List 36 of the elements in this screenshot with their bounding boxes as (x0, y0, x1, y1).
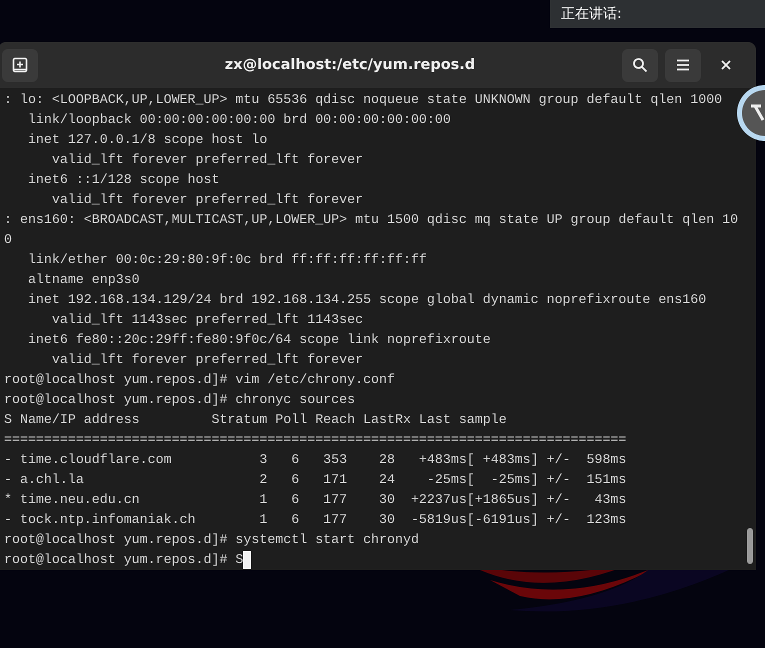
speaking-label: 正在讲话: (550, 0, 765, 28)
add-tab-icon (12, 57, 28, 73)
terminal-line: root@localhost yum.repos.d]# S (4, 551, 244, 569)
terminal-line: link/ether 00:0c:29:80:9f:0c brd ff:ff:ff:ff:ff:ff (26, 251, 427, 269)
terminal-line: altname enp3s0 (26, 271, 140, 289)
terminal-line: S Name/IP address Stratum Poll Reach LastRx Last sample (4, 411, 507, 429)
terminal-line: valid_lft forever preferred_lft forever (50, 151, 364, 169)
terminal-line: root@localhost yum.repos.d]# vim /etc/chrony.conf (4, 371, 395, 389)
text-cursor (243, 551, 252, 569)
terminal-line: link/loopback 00:00:00:00:00:00 brd 00:00:00:00:00:00 (26, 111, 451, 129)
new-tab-button[interactable] (2, 48, 38, 82)
terminal-line: - a.chl.la 2 6 171 24 -25ms[ -25ms] +/- 151ms (4, 471, 626, 489)
search-icon (632, 57, 648, 73)
menu-button[interactable] (665, 48, 701, 82)
terminal-line: inet6 ::1/128 scope host (26, 171, 220, 189)
window-title: zx@localhost:/etc/yum.repos.d (224, 57, 476, 73)
terminal-line: : lo: <LOOPBACK,UP,LOWER_UP> mtu 65536 qdisc noqueue state UNKNOWN group default qlen 1000 (4, 91, 722, 109)
terminal-line: root@localhost yum.repos.d]# systemctl start chronyd (4, 531, 419, 549)
scrollbar-thumb[interactable] (747, 528, 753, 564)
terminal-line: valid_lft forever preferred_lft forever (50, 351, 364, 369)
terminal-line: ============================================================================== (4, 431, 626, 449)
terminal-line: 0 (4, 231, 12, 249)
terminal-line: * time.neu.edu.cn 1 6 177 30 +2237us[+1865us] +/- 43ms (4, 491, 626, 509)
terminal-line: valid_lft forever preferred_lft forever (50, 191, 364, 209)
terminal-line: : ens160: <BROADCAST,MULTICAST,UP,LOWER_UP> mtu 1500 qdisc mq state UP group default qlen 10 (4, 211, 738, 229)
menu-icon (676, 59, 690, 71)
terminal-line: valid_lft 1143sec preferred_lft 1143sec (50, 311, 364, 329)
close-icon (721, 60, 731, 70)
terminal-line: inet 192.168.134.129/24 brd 192.168.134.255 scope global dynamic noprefixroute ens160 (26, 291, 706, 309)
terminal-line: - time.cloudflare.com 3 6 353 28 +483ms[ +483ms] +/- 598ms (4, 451, 626, 469)
terminal-line: - tock.ntp.infomaniak.ch 1 6 177 30 -5819us[-6191us] +/- 123ms (4, 511, 626, 529)
terminal-line: inet6 fe80::20c:29ff:fe80:9f0c/64 scope link noprefixroute (26, 331, 491, 349)
search-button[interactable] (622, 48, 658, 82)
terminal-line: root@localhost yum.repos.d]# chronyc sources (4, 391, 356, 409)
terminal-line: inet 127.0.0.1/8 scope host lo (26, 131, 268, 149)
app-icon[interactable] (735, 84, 765, 142)
